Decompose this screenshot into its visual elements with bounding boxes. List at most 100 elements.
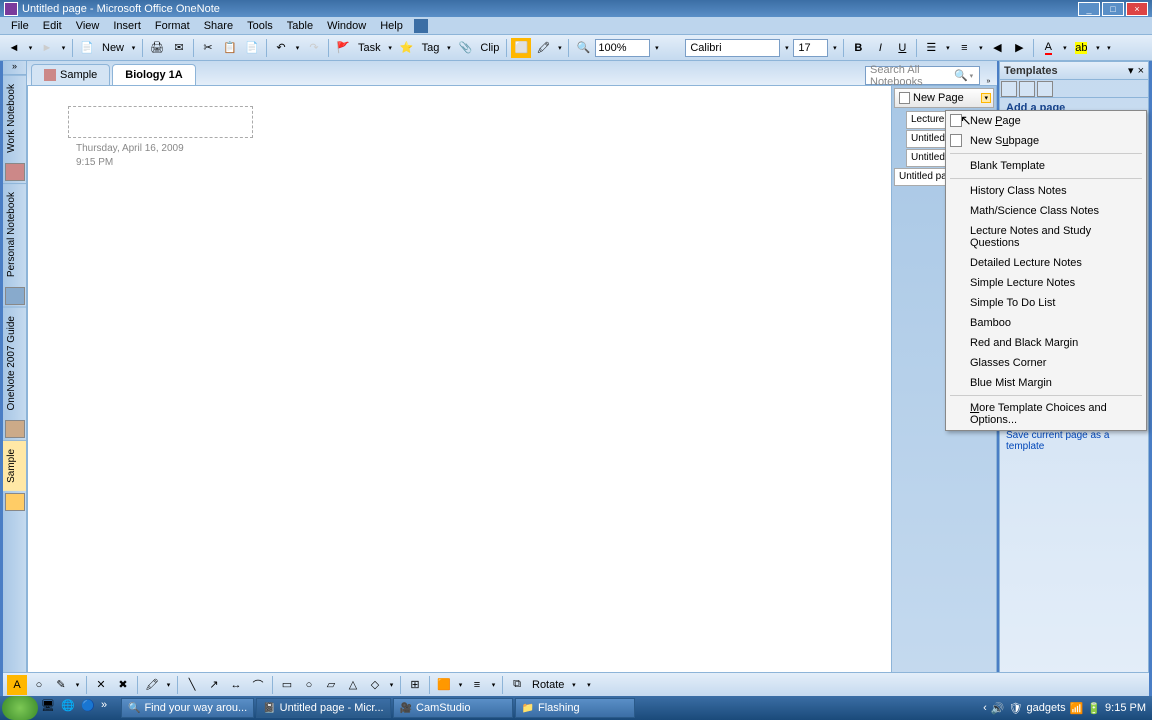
tray-gadgets[interactable]: gadgets xyxy=(1026,702,1065,714)
page-canvas[interactable]: Thursday, April 16, 2009 9:15 PM xyxy=(28,86,891,695)
tray-icon[interactable]: 📶 xyxy=(1070,702,1084,715)
menu-window[interactable]: Window xyxy=(320,18,373,34)
highlight2-button[interactable]: ab xyxy=(1071,38,1091,58)
outdent-button[interactable]: ◀ xyxy=(987,38,1007,58)
tray-icon[interactable]: 🛡 xyxy=(1009,702,1023,715)
minimize-button[interactable]: _ xyxy=(1078,2,1100,16)
tray-clock[interactable]: 9:15 PM xyxy=(1105,702,1146,714)
space-tool[interactable]: ⊞ xyxy=(405,675,425,695)
italic-button[interactable]: I xyxy=(870,38,890,58)
tray-icon[interactable]: 🔊 xyxy=(991,702,1005,715)
numbering-button[interactable]: ≡ xyxy=(954,38,974,58)
zoom-input[interactable]: 100% xyxy=(595,39,650,57)
menu-item-lecture-questions[interactable]: Lecture Notes and Study Questions xyxy=(946,221,1146,253)
marker-tool[interactable]: 🖍 xyxy=(142,675,162,695)
curve-tool[interactable]: ⌒ xyxy=(248,675,268,695)
zoom-icon[interactable]: 🔍 xyxy=(573,38,593,58)
diamond-tool[interactable]: ◇ xyxy=(365,675,385,695)
copy-button[interactable]: 📋 xyxy=(220,38,240,58)
notebook-tab-guide[interactable]: OneNote 2007 Guide xyxy=(3,307,26,419)
menu-item-blank-template[interactable]: Blank Template xyxy=(946,156,1146,176)
delete-tool[interactable]: ✖ xyxy=(113,675,133,695)
tray-icon[interactable]: 🔋 xyxy=(1087,702,1101,715)
back-button[interactable]: ◄ xyxy=(4,38,24,58)
menu-item-new-page[interactable]: New Page xyxy=(946,111,1146,131)
tag-dd[interactable]: ▾ xyxy=(444,44,453,52)
menu-item-glasses[interactable]: Glasses Corner xyxy=(946,353,1146,373)
ellipse-tool[interactable]: ○ xyxy=(299,675,319,695)
notebook-icon[interactable] xyxy=(5,493,25,511)
menu-edit[interactable]: Edit xyxy=(36,18,69,34)
taskbar-item-onenote[interactable]: 📓Untitled page - Micr... xyxy=(256,698,390,718)
notebook-icon[interactable] xyxy=(5,287,25,305)
tag-icon[interactable]: ⭐ xyxy=(397,38,417,58)
pane-close-button[interactable]: × xyxy=(1138,65,1144,77)
menu-item-more-templates[interactable]: More Template Choices and Options... xyxy=(946,398,1146,430)
undo-button[interactable]: ↶ xyxy=(271,38,291,58)
clip-button[interactable]: Clip xyxy=(477,42,502,54)
new-note-icon[interactable]: 📄 xyxy=(77,38,97,58)
menu-item-math[interactable]: Math/Science Class Notes xyxy=(946,201,1146,221)
hl-dd[interactable]: ▾ xyxy=(555,44,564,52)
undo-dd[interactable]: ▾ xyxy=(293,44,302,52)
forward-dd[interactable]: ▾ xyxy=(59,44,68,52)
rectangle-tool[interactable]: ▭ xyxy=(277,675,297,695)
bullets-button[interactable]: ☰ xyxy=(921,38,941,58)
back-dd[interactable]: ▾ xyxy=(26,44,35,52)
font-dd[interactable]: ▾ xyxy=(782,44,791,52)
task-dd[interactable]: ▾ xyxy=(386,44,395,52)
select-tool[interactable]: A xyxy=(7,675,27,695)
thickness-tool[interactable]: ≡ xyxy=(467,675,487,695)
fontsize-selector[interactable]: 17 xyxy=(793,39,828,57)
menu-help[interactable]: Help xyxy=(373,18,410,34)
save-template-link[interactable]: Save current page as a template xyxy=(1006,430,1142,452)
line-tool[interactable]: ╲ xyxy=(182,675,202,695)
section-tab-biology[interactable]: Biology 1A xyxy=(112,64,195,85)
toolbar-overflow[interactable]: ▾ xyxy=(1104,44,1113,52)
menu-insert[interactable]: Insert xyxy=(106,18,148,34)
pane-home-button[interactable] xyxy=(1037,81,1053,97)
tag-button[interactable]: Tag xyxy=(419,42,443,54)
taskbar-item[interactable]: 📁Flashing xyxy=(515,698,635,718)
rotate-button[interactable]: Rotate xyxy=(529,679,567,691)
redo-button[interactable]: ↷ xyxy=(304,38,324,58)
pen-tool[interactable]: ✎ xyxy=(51,675,71,695)
underline-button[interactable]: U xyxy=(892,38,912,58)
pane-forward-button[interactable] xyxy=(1019,81,1035,97)
menu-table[interactable]: Table xyxy=(280,18,320,34)
lasso-tool[interactable]: ○ xyxy=(29,675,49,695)
section-tab-sample[interactable]: Sample xyxy=(31,64,110,85)
bold-button[interactable]: B xyxy=(848,38,868,58)
taskbar-item[interactable]: 🔍Find your way arou... xyxy=(121,698,254,718)
new-page-button[interactable]: New Page ▾ xyxy=(894,88,994,108)
menu-view[interactable]: View xyxy=(69,18,107,34)
menu-item-bamboo[interactable]: Bamboo xyxy=(946,313,1146,333)
menu-item-history[interactable]: History Class Notes xyxy=(946,181,1146,201)
menu-item-todo[interactable]: Simple To Do List xyxy=(946,293,1146,313)
size-dd[interactable]: ▾ xyxy=(830,44,839,52)
help-icon[interactable] xyxy=(414,19,428,33)
task-icon[interactable]: 🚩 xyxy=(333,38,353,58)
menu-item-bluemist[interactable]: Blue Mist Margin xyxy=(946,373,1146,393)
eraser-tool[interactable]: ✕ xyxy=(91,675,111,695)
quick-launch-expand[interactable]: » xyxy=(101,699,119,717)
paste-button[interactable]: 📄 xyxy=(242,38,262,58)
maximize-button[interactable]: □ xyxy=(1102,2,1124,16)
start-button[interactable] xyxy=(2,696,38,720)
new-page-dropdown-button[interactable]: ▾ xyxy=(981,93,991,103)
notebook-tab-work[interactable]: Work Notebook xyxy=(3,75,26,161)
notebook-icon[interactable] xyxy=(5,420,25,438)
triangle-tool[interactable]: △ xyxy=(343,675,363,695)
pane-back-button[interactable] xyxy=(1001,81,1017,97)
font-selector[interactable]: Calibri xyxy=(685,39,780,57)
search-input[interactable]: Search All Notebooks 🔍 ▾ xyxy=(865,66,980,85)
page-title-input[interactable] xyxy=(68,106,253,138)
menu-tools[interactable]: Tools xyxy=(240,18,280,34)
notebook-tab-sample[interactable]: Sample xyxy=(3,440,26,491)
close-button[interactable]: × xyxy=(1126,2,1148,16)
new-dd[interactable]: ▾ xyxy=(129,44,138,52)
fullpage-button[interactable]: ⬜ xyxy=(511,38,531,58)
duplicate-tool[interactable]: ⧉ xyxy=(507,675,527,695)
new-button[interactable]: New xyxy=(99,42,127,54)
indent-button[interactable]: ▶ xyxy=(1009,38,1029,58)
